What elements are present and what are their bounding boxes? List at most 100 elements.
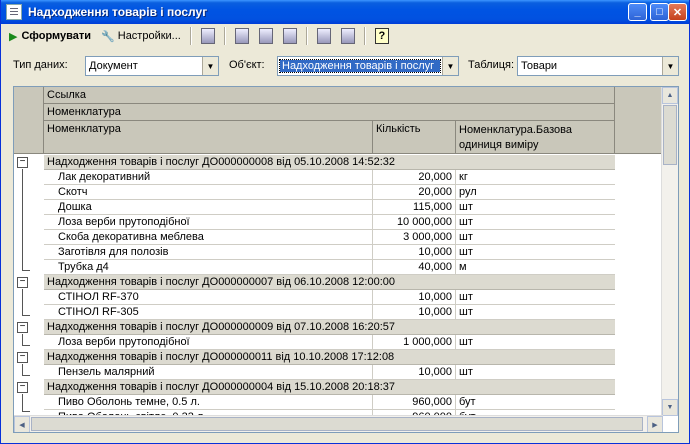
scroll-right-icon[interactable]: ▶: [647, 416, 663, 432]
item-quantity: 10 000,000: [373, 215, 456, 229]
close-button[interactable]: ✕: [668, 3, 687, 21]
maximize-button[interactable]: □: [650, 3, 669, 21]
vertical-scroll-thumb[interactable]: [663, 105, 677, 165]
item-unit: шт: [459, 246, 473, 258]
group-row[interactable]: Надходження товарів і послуг ДО000000007…: [44, 275, 615, 290]
table-row[interactable]: Заготівля для полозів 10,000 шт: [44, 245, 615, 260]
item-quantity: 40,000: [373, 260, 456, 274]
edit-button[interactable]: [231, 26, 253, 46]
item-unit: шт: [459, 291, 473, 303]
table-select[interactable]: Товари ▼: [517, 56, 679, 76]
item-quantity: 20,000: [373, 185, 456, 199]
tree-line: [22, 169, 23, 270]
horizontal-scroll-thumb[interactable]: [31, 417, 643, 431]
table-row[interactable]: Пензель малярний 10,000 шт: [44, 365, 615, 380]
minimize-button[interactable]: _: [628, 3, 647, 21]
refresh-icon: [200, 28, 215, 44]
collapse-icon[interactable]: −: [17, 382, 28, 393]
col-header-unit-line1: Номенклатура.Базова: [459, 124, 572, 136]
tree-line: [22, 411, 30, 412]
wrench-icon: 🔧: [101, 30, 115, 43]
col-header-unit[interactable]: Номенклатура.Базова одиниця виміру: [456, 121, 615, 154]
col-header-nomenclature[interactable]: Номенклатура: [44, 121, 373, 154]
tree-line: [22, 364, 23, 375]
report-grid[interactable]: Ссылка Номенклатура Номенклатура Кількіс…: [13, 86, 679, 433]
tree-line: [22, 375, 30, 376]
table-row[interactable]: Трубка д4 40,000 м: [44, 260, 615, 275]
table-row[interactable]: Лак декоративний 20,000 кг: [44, 170, 615, 185]
object-label: Об'єкт:: [229, 59, 265, 71]
data-type-value: Документ: [89, 60, 138, 72]
save-button[interactable]: [337, 26, 359, 46]
item-quantity: 3 000,000: [373, 230, 456, 244]
table-label: Таблиця:: [468, 59, 515, 71]
table-row[interactable]: Скотч 20,000 рул: [44, 185, 615, 200]
toolbar-separator: [363, 27, 366, 45]
data-type-select[interactable]: Документ ▼: [85, 56, 219, 76]
item-unit: шт: [459, 231, 473, 243]
collapse-icon[interactable]: −: [17, 157, 28, 168]
toolbar: ▶ Сформувати 🔧 Настройки... ?: [5, 25, 687, 47]
col-header-quantity[interactable]: Кількість: [373, 121, 456, 154]
play-icon: ▶: [9, 30, 18, 43]
scroll-up-icon[interactable]: ▲: [662, 87, 678, 104]
table-button[interactable]: [279, 26, 301, 46]
item-unit: рул: [459, 186, 477, 198]
table-row[interactable]: СТІНОЛ RF-370 10,000 шт: [44, 290, 615, 305]
item-quantity: 10,000: [373, 290, 456, 304]
item-quantity: 115,000: [373, 200, 456, 214]
item-unit: шт: [459, 306, 473, 318]
item-name: Скотч: [44, 185, 373, 199]
header-ref: Ссылка: [44, 87, 615, 104]
horizontal-scrollbar[interactable]: ◀ ▶: [14, 415, 663, 432]
group-row[interactable]: Надходження товарів і послуг ДО000000011…: [44, 350, 615, 365]
object-value: Надходження товарів і послуг: [279, 59, 441, 73]
document-icon: [6, 4, 22, 20]
chevron-down-icon[interactable]: ▼: [662, 57, 678, 75]
tree-line: [22, 289, 23, 315]
group-row[interactable]: Надходження товарів і послуг ДО000000008…: [44, 155, 615, 170]
filter-button[interactable]: [255, 26, 277, 46]
table-icon: [282, 28, 297, 44]
settings-button[interactable]: 🔧 Настройки...: [97, 26, 185, 46]
table-row[interactable]: СТІНОЛ RF-305 10,000 шт: [44, 305, 615, 320]
scroll-down-icon[interactable]: ▼: [662, 399, 678, 416]
collapse-icon[interactable]: −: [17, 277, 28, 288]
vertical-scrollbar[interactable]: ▲ ▼: [661, 87, 678, 416]
title-bar[interactable]: Надходження товарів і послуг _ □ ✕: [1, 0, 689, 24]
item-name: Пиво Оболонь темне, 0.5 л.: [44, 395, 373, 409]
collapse-icon[interactable]: −: [17, 352, 28, 363]
group-row[interactable]: Надходження товарів і послуг ДО000000009…: [44, 320, 615, 335]
item-name: Заготівля для полозів: [44, 245, 373, 259]
scroll-left-icon[interactable]: ◀: [14, 416, 30, 432]
tree-line: [22, 270, 30, 271]
table-row[interactable]: Дошка 115,000 шт: [44, 200, 615, 215]
table-row[interactable]: Скоба декоративна меблева 3 000,000 шт: [44, 230, 615, 245]
generate-button[interactable]: ▶ Сформувати: [5, 26, 95, 46]
collapse-icon[interactable]: −: [17, 322, 28, 333]
group-row[interactable]: Надходження товарів і послуг ДО000000004…: [44, 380, 615, 395]
export-button[interactable]: [313, 26, 335, 46]
grid-header-filler: [615, 87, 662, 154]
tree-line: [22, 394, 23, 411]
refresh-button[interactable]: [197, 26, 219, 46]
tree-line: [22, 334, 23, 345]
chevron-down-icon[interactable]: ▼: [442, 57, 458, 75]
help-button[interactable]: ?: [371, 26, 393, 46]
item-quantity: 10,000: [373, 365, 456, 379]
col-header-unit-line2: одиниця виміру: [459, 139, 539, 151]
table-row[interactable]: Лоза верби прутоподібної 10 000,000 шт: [44, 215, 615, 230]
item-quantity: 960,000: [373, 395, 456, 409]
item-unit: бут: [459, 396, 476, 408]
item-name: Лак декоративний: [44, 170, 373, 184]
settings-label: Настройки...: [117, 30, 181, 42]
object-select[interactable]: Надходження товарів і послуг ▼: [277, 56, 459, 76]
item-unit: м: [459, 261, 467, 273]
item-name: Лоза верби прутоподібної: [44, 335, 373, 349]
item-quantity: 10,000: [373, 305, 456, 319]
chevron-down-icon[interactable]: ▼: [202, 57, 218, 75]
table-row[interactable]: Лоза верби прутоподібної 1 000,000 шт: [44, 335, 615, 350]
item-unit: кг: [459, 171, 468, 183]
table-row[interactable]: Пиво Оболонь темне, 0.5 л. 960,000 бут: [44, 395, 615, 410]
data-type-label: Тип даних:: [13, 59, 68, 71]
